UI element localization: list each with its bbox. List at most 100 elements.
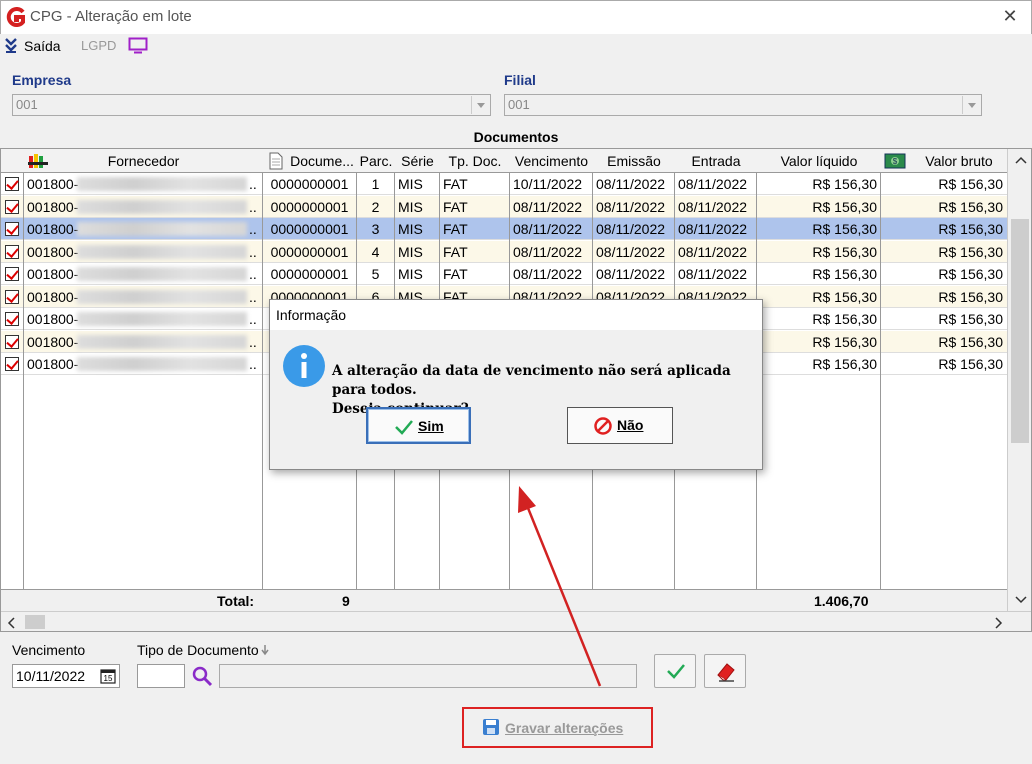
row-checkbox[interactable] [5, 334, 19, 349]
horizontal-scrollbar[interactable] [1, 611, 1031, 631]
row-checkbox[interactable] [5, 289, 19, 304]
totals-count: 9 [342, 593, 350, 609]
information-dialog: Informação A alteração da data de vencim… [269, 299, 763, 470]
column-header[interactable]: Emissão [593, 149, 675, 173]
cell-liquido: R$ 156,30 [812, 176, 877, 192]
ellipsis: .. [249, 288, 257, 305]
cell-liquido: R$ 156,30 [812, 356, 877, 372]
cell-vencimento: 08/11/2022 [513, 266, 583, 282]
ellipsis: .. [249, 221, 257, 237]
column-header[interactable]: Parc. [357, 149, 395, 173]
cell-entrada: 08/11/2022 [678, 243, 748, 260]
redacted-supplier-name [77, 357, 247, 371]
ellipsis: .. [249, 311, 257, 327]
yes-button[interactable]: Sim [366, 407, 471, 444]
window-title: CPG - Alteração em lote [30, 8, 192, 25]
chevron-up-icon[interactable] [1015, 156, 1027, 164]
cell-parc: 1 [371, 176, 380, 192]
cell-entrada: 08/11/2022 [678, 266, 748, 282]
totals-liquido: 1.406,70 [814, 593, 869, 609]
no-button[interactable]: Não [567, 407, 673, 444]
redacted-supplier-name [77, 177, 247, 191]
exit-icon[interactable] [5, 38, 17, 54]
cell-tpdoc: FAT [443, 198, 468, 215]
cell-serie: MIS [398, 243, 423, 260]
exit-button[interactable]: Saída [24, 38, 61, 54]
row-checkbox[interactable] [5, 199, 19, 214]
chevron-left-icon[interactable] [7, 617, 15, 629]
cell-bruto: R$ 156,30 [938, 243, 1003, 260]
close-button[interactable]: ✕ [1000, 6, 1020, 26]
cell-bruto: R$ 156,30 [938, 266, 1003, 282]
clear-button[interactable] [704, 654, 746, 688]
cell-serie: MIS [398, 221, 423, 237]
tipo-doc-label: Tipo de Documento [137, 642, 259, 658]
ellipsis: .. [249, 198, 257, 215]
lgpd-label[interactable]: LGPD [81, 38, 116, 53]
ellipsis: .. [249, 243, 257, 260]
chevron-down-icon[interactable] [471, 96, 489, 114]
table-row[interactable]: 001800- 0000000001 5 MIS FAT 08/11/2022 08/11/… [1, 263, 1007, 285]
cell-emissao: 08/11/2022 [596, 243, 666, 260]
cancel-icon [594, 417, 612, 435]
column-header[interactable]: Tp. Doc. [440, 149, 510, 173]
row-checkbox[interactable] [5, 222, 19, 236]
filial-select[interactable]: 001 [504, 94, 982, 116]
cell-emissao: 08/11/2022 [596, 198, 666, 215]
monitor-icon[interactable] [128, 37, 148, 55]
apply-button[interactable] [654, 654, 696, 688]
yes-label: Sim [418, 418, 444, 434]
eraser-icon [717, 663, 735, 682]
table-row[interactable]: 001800- 0000000001 3 MIS FAT 08/11/2022 08/11/… [1, 218, 1007, 240]
table-row[interactable]: 001800- 0000000001 2 MIS FAT 08/11/2022 08/11/… [1, 195, 1007, 218]
row-checkbox[interactable] [5, 357, 19, 371]
row-checkbox[interactable] [5, 267, 19, 281]
table-row[interactable]: 001800- 0000000001 4 MIS FAT 08/11/2022 08/11/… [1, 240, 1007, 263]
calendar-icon[interactable]: 15 [100, 668, 116, 684]
vertical-scroll-thumb[interactable] [1011, 219, 1029, 443]
chevron-down-icon[interactable] [962, 96, 980, 114]
column-divider [262, 149, 263, 589]
cell-bruto: R$ 156,30 [938, 333, 1003, 350]
ellipsis: .. [249, 356, 257, 372]
cell-serie: MIS [398, 198, 423, 215]
search-icon[interactable] [190, 664, 214, 688]
horizontal-scroll-thumb[interactable] [25, 615, 45, 629]
section-title: Documentos [473, 129, 559, 145]
filial-value: 001 [508, 97, 530, 112]
column-header[interactable]: Valor líquido [757, 149, 881, 173]
column-header[interactable]: Série [395, 149, 440, 173]
info-icon [283, 345, 325, 387]
cell-emissao: 08/11/2022 [596, 266, 666, 282]
chevron-down-icon[interactable] [1015, 596, 1027, 604]
table-row[interactable]: 001800- 0000000001 1 MIS FAT 10/11/2022 08/11/… [1, 173, 1007, 195]
cell-parc: 2 [371, 198, 380, 215]
svg-text:15: 15 [104, 674, 113, 683]
empresa-label: Empresa [12, 72, 72, 88]
cell-tpdoc: FAT [443, 266, 468, 282]
cell-documento: 0000000001 [270, 198, 349, 215]
filial-label: Filial [504, 72, 536, 88]
vertical-scrollbar[interactable] [1007, 149, 1031, 611]
column-header[interactable]: Entrada [675, 149, 757, 173]
cell-entrada: 08/11/2022 [678, 176, 748, 192]
arrow-down-icon [261, 645, 269, 656]
grid-header: Fornecedor Docume... Parc. Série Tp. Doc. Ven… [1, 149, 1007, 173]
column-header[interactable]: Fornecedor [24, 149, 263, 173]
cell-parc: 5 [371, 266, 380, 282]
cell-liquido: R$ 156,30 [812, 311, 877, 327]
column-header[interactable]: Vencimento [510, 149, 593, 173]
column-header[interactable]: Docume... [287, 149, 357, 173]
empresa-select[interactable]: 001 [12, 94, 491, 116]
vencimento-date-field[interactable]: 10/11/2022 15 [12, 664, 120, 688]
vencimento-value[interactable]: 10/11/2022 [16, 668, 85, 684]
row-checkbox[interactable] [5, 312, 19, 326]
save-button[interactable]: Gravar alterações [472, 714, 644, 742]
cell-vencimento: 10/11/2022 [513, 176, 583, 192]
row-checkbox[interactable] [5, 244, 19, 259]
column-header[interactable]: Valor bruto [911, 149, 1007, 173]
chevron-right-icon[interactable] [995, 617, 1003, 629]
svg-text:$: $ [893, 157, 898, 166]
tipo-doc-code-input[interactable] [137, 664, 185, 688]
row-checkbox[interactable] [5, 177, 19, 191]
